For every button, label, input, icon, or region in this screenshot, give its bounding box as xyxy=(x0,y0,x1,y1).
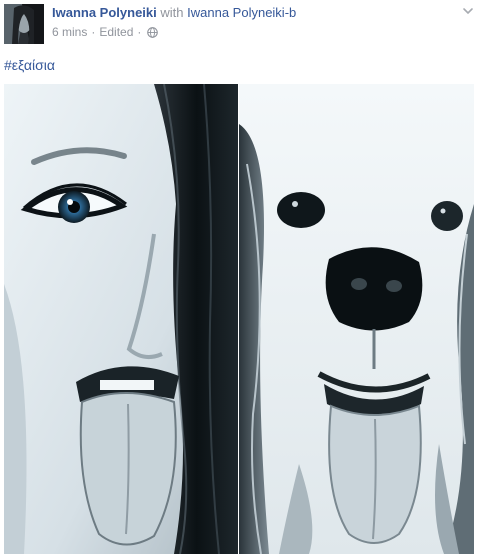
chevron-down-icon[interactable] xyxy=(461,4,475,18)
post-header: Iwanna Polyneiki with Iwanna Polyneiki-b… xyxy=(0,0,481,48)
photo-dog-face xyxy=(239,84,474,554)
avatar-image xyxy=(4,4,44,44)
author-name-link[interactable]: Iwanna Polyneiki xyxy=(52,5,157,20)
tagged-user-link[interactable]: Iwanna Polyneiki-b xyxy=(187,5,296,20)
post-title-line: Iwanna Polyneiki with Iwanna Polyneiki-b xyxy=(52,5,296,21)
with-text: with xyxy=(160,5,184,20)
edited-link[interactable]: Edited xyxy=(99,25,133,39)
globe-icon[interactable] xyxy=(147,26,159,38)
post-meta: 6 mins · Edited · xyxy=(52,25,159,39)
avatar[interactable] xyxy=(4,4,44,44)
photo-woman-face xyxy=(4,84,239,554)
timestamp-link[interactable]: 6 mins xyxy=(52,25,87,39)
meta-separator-2: · xyxy=(137,25,142,39)
meta-separator: · xyxy=(91,25,96,39)
post-caption-hashtag[interactable]: #εξαίσια xyxy=(4,56,55,74)
facebook-post: Iwanna Polyneiki with Iwanna Polyneiki-b… xyxy=(0,0,481,557)
post-photo[interactable] xyxy=(4,84,474,554)
